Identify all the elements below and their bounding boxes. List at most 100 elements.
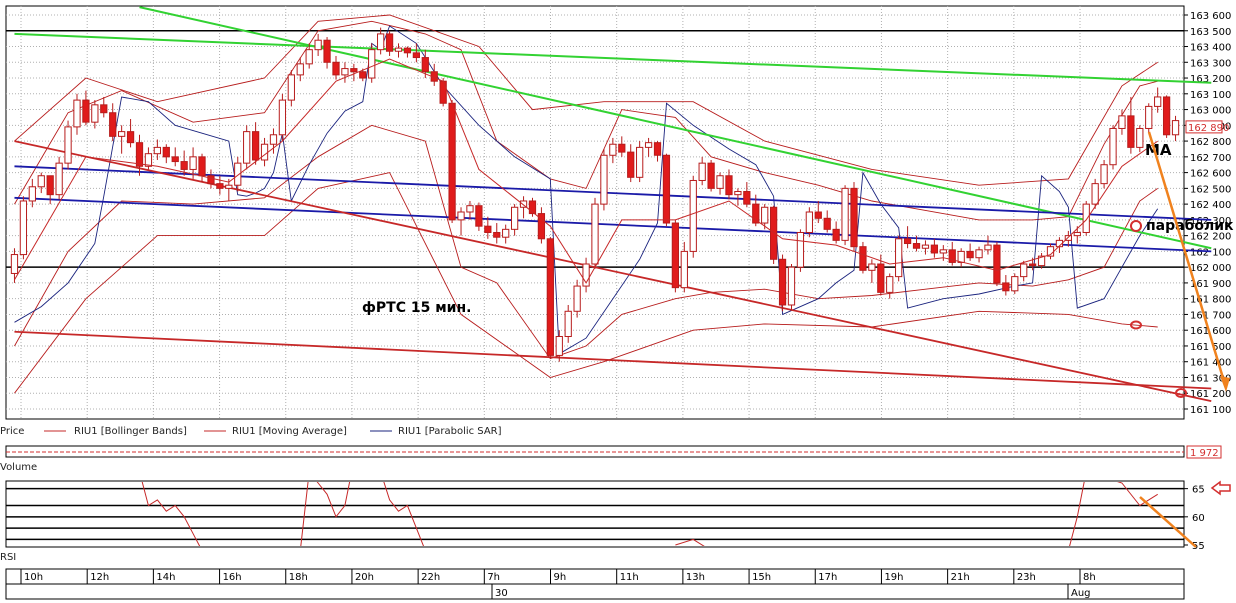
candle-body-up	[698, 162, 706, 181]
candle-body-down	[180, 161, 188, 170]
candle-body-up	[868, 263, 876, 271]
price-tick-label: 163 000	[1190, 106, 1231, 117]
legend-ma: RIU1 [Moving Average]	[232, 426, 347, 437]
last-price-tag: 162 890	[1185, 120, 1229, 134]
candle-body-down	[323, 39, 331, 63]
candle	[993, 241, 1001, 287]
candle	[1082, 200, 1090, 236]
candle	[895, 235, 903, 282]
candle-body-up	[1109, 127, 1117, 166]
candle-body-up	[260, 143, 269, 161]
candle	[1100, 159, 1108, 189]
candle-body-up	[10, 254, 19, 274]
time-tick-label: 12h	[90, 572, 109, 583]
time-tick-label: 10h	[24, 572, 43, 583]
candle-body-up	[510, 206, 519, 230]
candle-body-down	[743, 191, 751, 205]
price-axis: 163 600163 500163 400163 300163 200163 1…	[1184, 11, 1231, 416]
time-tick-label: 13h	[686, 572, 705, 583]
price-tick-label: 163 600	[1190, 11, 1231, 22]
candle-body-down	[912, 243, 921, 249]
candle-body-down	[1127, 115, 1135, 148]
candle-body-up	[305, 49, 313, 65]
candle-body-up	[975, 249, 983, 259]
candle-body-up	[118, 131, 126, 137]
candle	[278, 93, 287, 142]
candle-body-down	[1162, 96, 1171, 136]
candle-body-up	[1082, 203, 1090, 233]
time-tick-label: 7h	[487, 572, 500, 583]
candle-body-down	[350, 68, 358, 73]
candle-body-down	[662, 154, 671, 224]
candle	[55, 156, 63, 200]
time-tick-label: 21h	[951, 572, 970, 583]
candle-body-up	[1011, 276, 1019, 292]
candle-body-up	[243, 131, 251, 164]
candle-body-up	[296, 63, 304, 76]
candle	[689, 175, 697, 258]
candle-body-down	[403, 47, 412, 54]
candle-body-up	[55, 162, 63, 196]
candle	[796, 229, 805, 272]
candle-body-up	[377, 33, 385, 51]
candle-body-down	[207, 175, 215, 185]
candle-body-up	[761, 206, 769, 224]
candle-body-up	[921, 244, 930, 249]
candle-body-up	[644, 142, 653, 148]
price-tick-label: 161 100	[1190, 405, 1231, 416]
chart-annotation-title: фРТС 15 мин.	[362, 300, 471, 316]
candle	[1109, 125, 1117, 170]
price-tick-label: 163 500	[1190, 27, 1231, 38]
candle	[778, 254, 787, 312]
candle	[368, 43, 376, 83]
candle-body-down	[725, 175, 733, 196]
time-tick-label: 23h	[1017, 572, 1036, 583]
candle-body-down	[966, 250, 974, 259]
time-tick-label: 19h	[884, 572, 903, 583]
date-label-30: 30	[495, 588, 508, 599]
candle-body-up	[153, 146, 161, 155]
candle-body-down	[653, 142, 662, 156]
price-tick-label: 161 500	[1190, 342, 1231, 353]
price-tick-label: 161 700	[1190, 310, 1231, 321]
candle-body-down	[707, 162, 715, 189]
candle	[1162, 95, 1171, 138]
candle	[591, 197, 599, 269]
candle-body-down	[332, 61, 340, 76]
candle	[19, 196, 28, 260]
candle-body-down	[618, 143, 626, 153]
candle-body-down	[546, 238, 554, 356]
candle-body-up	[573, 285, 581, 312]
volume-value: 1 972	[1190, 448, 1219, 459]
sar-annotation: параболик	[1146, 218, 1234, 234]
price-tick-label: 162 600	[1190, 169, 1231, 180]
candle-body-up	[636, 146, 644, 178]
time-tick-label: 9h	[554, 572, 567, 583]
candle	[707, 159, 715, 192]
legend-price: Price	[0, 426, 24, 437]
candle-body-up	[73, 99, 81, 128]
legend-bollinger: RIU1 [Bollinger Bands]	[74, 426, 187, 437]
candle-body-up	[805, 211, 813, 233]
candle	[671, 219, 680, 293]
candle-body-down	[82, 99, 90, 123]
candle	[243, 125, 251, 170]
candle-body-up	[466, 205, 474, 213]
candle-body-down	[171, 156, 179, 163]
candle-body-down	[475, 205, 483, 227]
candle-body-up	[394, 47, 403, 52]
candle-body-up	[368, 49, 376, 79]
time-tick-label: 22h	[421, 572, 440, 583]
candle-body-down	[439, 80, 447, 104]
candle-body-up	[689, 179, 697, 252]
candle	[636, 141, 644, 183]
candle-body-up	[91, 104, 99, 123]
candle-body-up	[1171, 120, 1180, 136]
candle-body-up	[1154, 96, 1162, 107]
candle-body-down	[109, 112, 117, 137]
candle	[64, 120, 72, 170]
candle-body-up	[19, 200, 28, 256]
candle-body-up	[841, 187, 849, 241]
candle-body-up	[314, 39, 322, 51]
candle-body-up	[787, 266, 796, 306]
